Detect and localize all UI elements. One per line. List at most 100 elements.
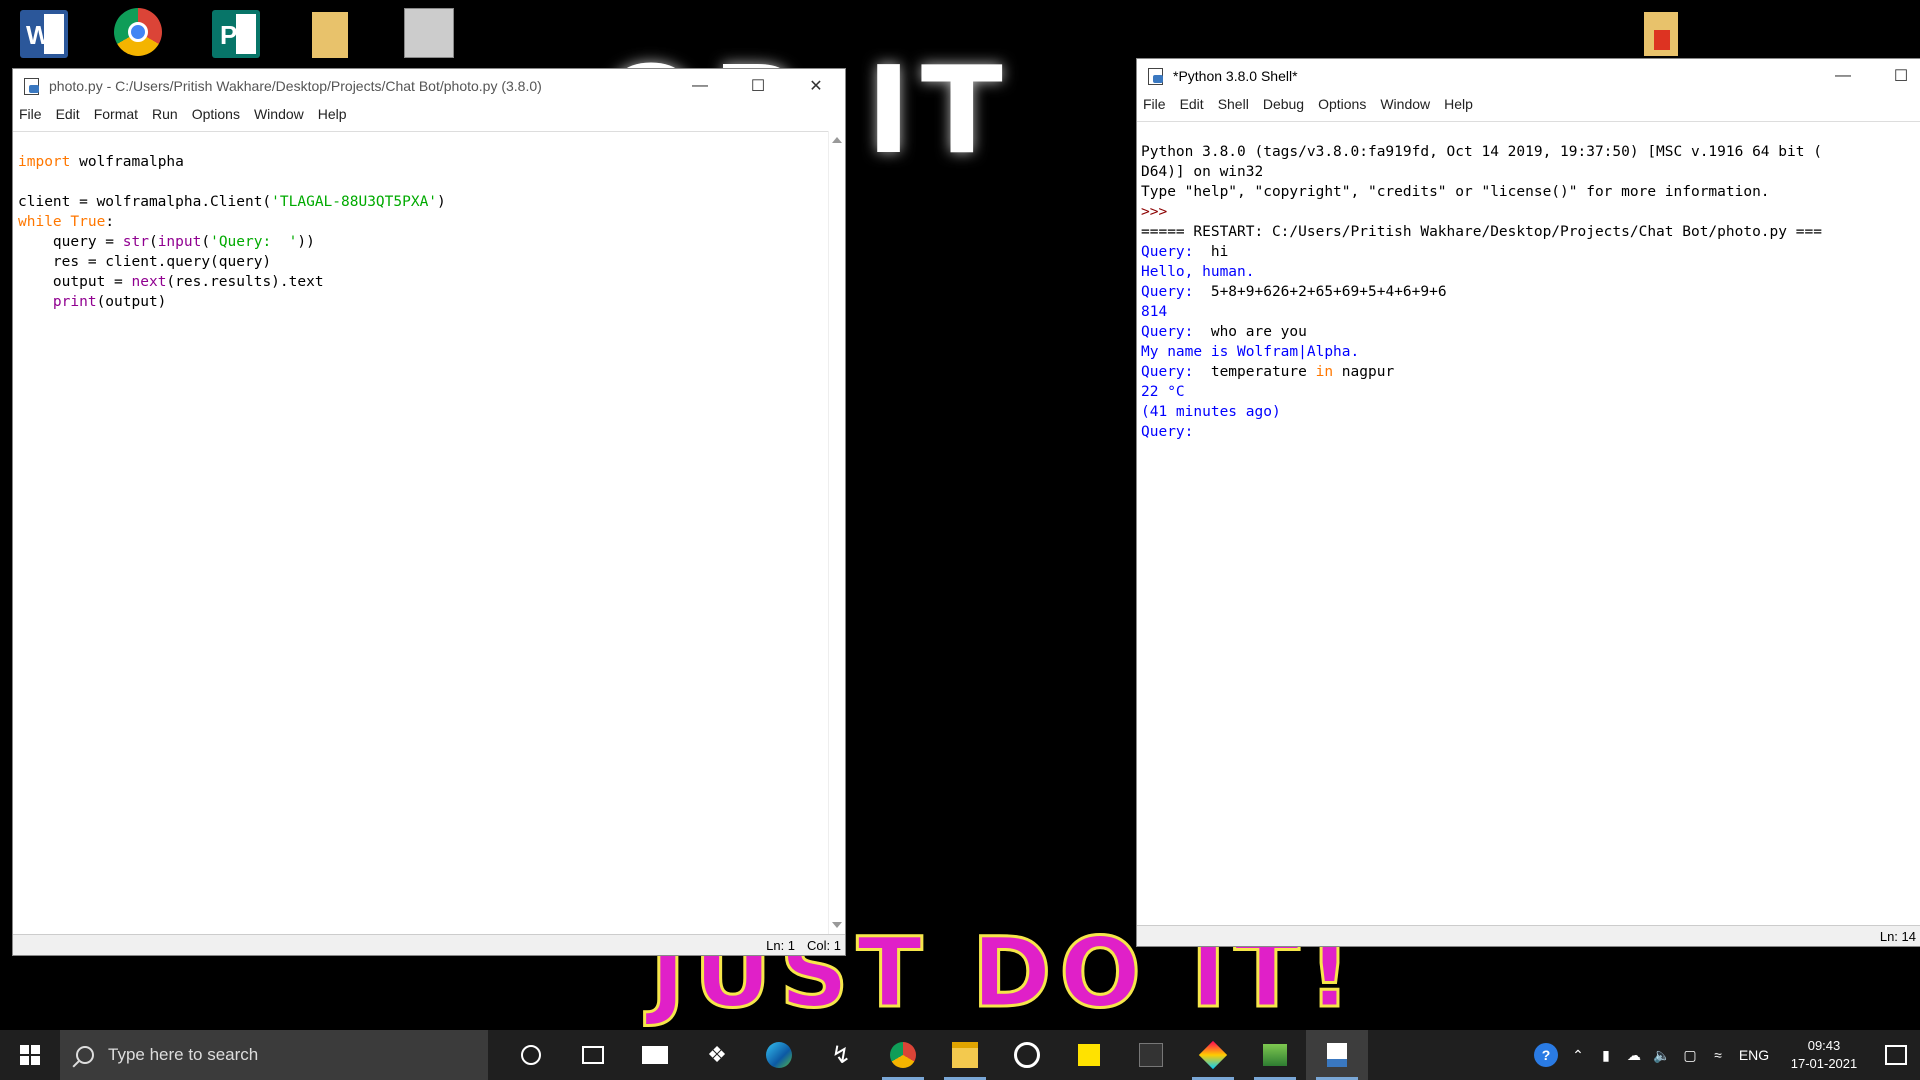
- code-line: output = next(res.results).text: [18, 274, 324, 290]
- menu-shell[interactable]: Shell: [1211, 96, 1256, 112]
- word-icon[interactable]: [20, 10, 68, 58]
- editor-statusbar: Ln: 1 Col: 1: [13, 934, 845, 955]
- line-number: Ln: 1: [766, 937, 796, 953]
- editor-scrollbar[interactable]: [828, 131, 845, 934]
- system-tray: ? ⌃ ▮ ☁ 🔈 ▢ ≈ ENG 09:43 17-01-2021: [1528, 1030, 1920, 1080]
- code-line: res = client.query(query): [18, 254, 272, 270]
- menu-help[interactable]: Help: [1437, 96, 1480, 112]
- search-box[interactable]: Type here to search: [60, 1030, 488, 1080]
- line-number: Ln: 14: [1879, 928, 1916, 944]
- close-button[interactable]: ✕: [787, 69, 845, 103]
- code-line: client = wolframalpha.Client('TLAGAL-88U…: [18, 194, 446, 210]
- shell-console[interactable]: Python 3.8.0 (tags/v3.8.0:fa919fd, Oct 1…: [1137, 121, 1920, 925]
- publisher-icon[interactable]: [212, 10, 260, 58]
- shell-title: *Python 3.8.0 Shell*: [1173, 68, 1298, 84]
- console-line: >>>: [1141, 204, 1176, 220]
- shell-titlebar[interactable]: *Python 3.8.0 Shell* — ☐: [1137, 59, 1920, 93]
- idle-file-icon: [23, 77, 41, 95]
- console-line: Query: temperature in nagpur: [1141, 364, 1395, 380]
- shell-statusbar: Ln: 14: [1137, 925, 1920, 946]
- menu-format[interactable]: Format: [87, 106, 145, 122]
- menu-window[interactable]: Window: [1373, 96, 1437, 112]
- wifi-icon[interactable]: ≈: [1704, 1047, 1732, 1063]
- console-line: Type "help", "copyright", "credits" or "…: [1141, 184, 1770, 200]
- sticky-notes-icon[interactable]: [1058, 1030, 1120, 1080]
- battery-icon[interactable]: ▮: [1592, 1047, 1620, 1064]
- console-line: (41 minutes ago): [1141, 404, 1281, 420]
- bolt-app-icon[interactable]: ↯: [810, 1030, 872, 1080]
- chrome-icon[interactable]: [872, 1030, 934, 1080]
- pdf-folder-icon[interactable]: [1644, 12, 1678, 56]
- chrome-icon[interactable]: [114, 8, 162, 56]
- volume-icon[interactable]: 🔈: [1648, 1047, 1676, 1064]
- console-line: Query: who are you: [1141, 324, 1307, 340]
- column-number: Col: 1: [807, 937, 841, 953]
- menu-options[interactable]: Options: [185, 106, 247, 122]
- scroll-up-icon[interactable]: [832, 137, 842, 143]
- menu-edit[interactable]: Edit: [49, 106, 87, 122]
- windows-logo-icon: [20, 1045, 40, 1065]
- menu-edit[interactable]: Edit: [1173, 96, 1211, 112]
- folder-icon[interactable]: [312, 12, 348, 58]
- cortana-icon[interactable]: [500, 1030, 562, 1080]
- menu-file[interactable]: File: [1137, 96, 1173, 112]
- console-line: Query: hi: [1141, 244, 1229, 260]
- editor-titlebar[interactable]: photo.py - C:/Users/Pritish Wakhare/Desk…: [13, 69, 845, 103]
- search-placeholder: Type here to search: [108, 1045, 259, 1064]
- image-editor-icon[interactable]: [1244, 1030, 1306, 1080]
- console-line: Hello, human.: [1141, 264, 1255, 280]
- search-icon: [76, 1046, 94, 1064]
- menu-debug[interactable]: Debug: [1256, 96, 1311, 112]
- minimize-button[interactable]: —: [671, 69, 729, 103]
- image-file-icon[interactable]: [404, 8, 454, 58]
- clock[interactable]: 09:43 17-01-2021: [1776, 1037, 1872, 1073]
- editor-window: photo.py - C:/Users/Pritish Wakhare/Desk…: [12, 68, 846, 956]
- file-explorer-icon[interactable]: [934, 1030, 996, 1080]
- task-view-icon[interactable]: [562, 1030, 624, 1080]
- 3d-viewer-icon[interactable]: [1182, 1030, 1244, 1080]
- shell-menubar: File Edit Shell Debug Options Window Hel…: [1137, 93, 1920, 115]
- start-button[interactable]: [0, 1030, 60, 1080]
- maximize-button[interactable]: ☐: [729, 69, 787, 103]
- code-line: print(output): [52, 294, 167, 310]
- meet-now-icon[interactable]: ▢: [1676, 1047, 1704, 1064]
- taskbar: Type here to search ❖ ↯ ? ⌃ ▮ ☁ 🔈 ▢ ≈ EN…: [0, 1030, 1920, 1080]
- console-line: My name is Wolfram|Alpha.: [1141, 344, 1360, 360]
- groove-music-icon[interactable]: [996, 1030, 1058, 1080]
- dropbox-icon[interactable]: ❖: [686, 1030, 748, 1080]
- help-icon[interactable]: ?: [1528, 1043, 1564, 1067]
- clock-date: 17-01-2021: [1790, 1056, 1858, 1071]
- python-shell-icon: [1147, 67, 1165, 85]
- console-line: Query: 5+8+9+626+2+65+69+5+4+6+9+6: [1141, 284, 1447, 300]
- maximize-button[interactable]: ☐: [1872, 59, 1920, 93]
- console-line: 22 °C: [1141, 384, 1185, 400]
- scroll-down-icon[interactable]: [832, 922, 842, 928]
- clock-time: 09:43: [1807, 1038, 1841, 1053]
- console-line: 814: [1141, 304, 1168, 320]
- cloud-icon[interactable]: ☁: [1620, 1047, 1648, 1064]
- editor-title: photo.py - C:/Users/Pritish Wakhare/Desk…: [49, 78, 542, 94]
- menu-help[interactable]: Help: [311, 106, 354, 122]
- terminal-app-icon[interactable]: [1120, 1030, 1182, 1080]
- editor-menubar: File Edit Format Run Options Window Help: [13, 103, 845, 125]
- language-indicator[interactable]: ENG: [1732, 1047, 1776, 1063]
- console-line: Python 3.8.0 (tags/v3.8.0:fa919fd, Oct 1…: [1141, 144, 1822, 160]
- menu-run[interactable]: Run: [145, 106, 185, 122]
- menu-file[interactable]: File: [13, 106, 49, 122]
- code-line: while True:: [18, 214, 115, 230]
- console-line: ===== RESTART: C:/Users/Pritish Wakhare/…: [1141, 224, 1822, 240]
- python-idle-icon[interactable]: [1306, 1030, 1368, 1080]
- notifications-icon[interactable]: [1872, 1045, 1920, 1065]
- menu-options[interactable]: Options: [1311, 96, 1373, 112]
- menu-window[interactable]: Window: [247, 106, 311, 122]
- edge-icon[interactable]: [748, 1030, 810, 1080]
- mail-icon[interactable]: [624, 1030, 686, 1080]
- chevron-up-icon[interactable]: ⌃: [1564, 1047, 1592, 1064]
- code-editor[interactable]: import wolframalpha client = wolframalph…: [13, 131, 845, 934]
- minimize-button[interactable]: —: [1814, 59, 1872, 93]
- console-line: D64)] on win32: [1141, 164, 1264, 180]
- console-line: Query:: [1141, 424, 1203, 440]
- shell-window: *Python 3.8.0 Shell* — ☐ File Edit Shell…: [1136, 58, 1920, 947]
- code-line: query = str(input('Query: ')): [18, 234, 315, 250]
